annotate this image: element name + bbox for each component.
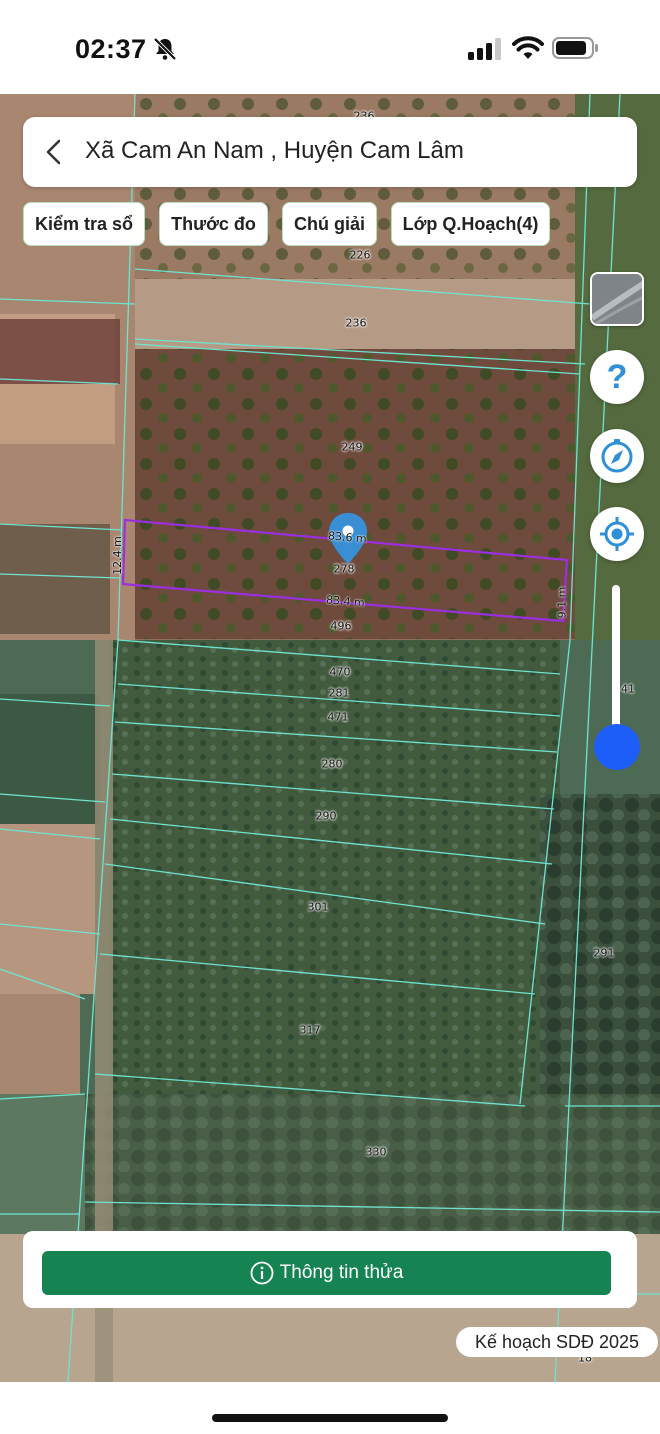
layer-thumbnail-icon [592, 274, 642, 324]
planning-layers-button[interactable]: Lớp Q.Hoạch(4) [391, 202, 550, 246]
measure-tool-button[interactable]: Thước đo [159, 202, 268, 246]
parcel-label[interactable]: 317 [300, 1024, 321, 1037]
location-header: Xã Cam An Nam , Huyện Cam Lâm [23, 117, 637, 187]
parcel-label[interactable]: 471 [328, 711, 349, 724]
base-layer-toggle[interactable] [590, 272, 644, 326]
status-bar: 02:37 [0, 0, 660, 94]
cellular-signal-icon [468, 38, 501, 60]
legend-button[interactable]: Chú giải [282, 202, 377, 246]
location-title: Xã Cam An Nam , Huyện Cam Lâm [85, 137, 464, 164]
parcel-label[interactable]: 290 [316, 810, 337, 823]
parcel-label[interactable]: 226 [350, 249, 371, 262]
satellite-map[interactable]: 236 226 236 249 278 496 470 281 471 280 … [0, 94, 660, 1382]
parcel-label[interactable]: 278 [334, 563, 355, 576]
help-button[interactable]: ? [590, 350, 644, 404]
parcel-info-button[interactable]: Thông tin thửa [42, 1251, 611, 1295]
home-indicator[interactable] [212, 1414, 448, 1422]
back-arrow-icon[interactable] [39, 137, 69, 167]
parcel-info-card: Thông tin thửa [23, 1231, 637, 1308]
parcel-label[interactable]: 330 [366, 1146, 387, 1159]
parcel-label[interactable]: 470 [330, 666, 351, 679]
bottom-safe-area [0, 1382, 660, 1434]
measure-right: 9.1 m [555, 586, 569, 619]
map-imagery [0, 94, 660, 1382]
wifi-icon [512, 36, 544, 59]
parcel-label[interactable]: 496 [331, 620, 352, 633]
parcel-label[interactable]: 301 [308, 901, 329, 914]
parcel-label[interactable]: 291 [594, 947, 615, 960]
land-use-plan-badge[interactable]: Kế hoạch SDĐ 2025 [456, 1327, 658, 1357]
help-icon: ? [606, 357, 628, 396]
bell-off-icon [153, 37, 177, 61]
parcel-info-label: Thông tin thửa [279, 1262, 404, 1283]
compass-button[interactable] [590, 429, 644, 483]
parcel-label[interactable]: 249 [342, 441, 363, 454]
parcel-label[interactable]: 41 [621, 683, 635, 696]
compass-icon [601, 439, 633, 473]
status-time: 02:37 [75, 34, 147, 64]
parcel-label[interactable]: 236 [346, 317, 367, 330]
opacity-slider-thumb[interactable] [594, 724, 640, 770]
parcel-label[interactable]: 281 [329, 687, 350, 700]
parcel-label[interactable]: 280 [322, 758, 343, 771]
check-book-button[interactable]: Kiểm tra sổ [23, 202, 145, 246]
app-screen: 02:37 236 226 236 249 278 496 470 281 47… [0, 0, 660, 1434]
battery-icon [552, 37, 598, 59]
measure-left: 12.4 m [110, 536, 124, 575]
crosshair-icon [600, 517, 634, 551]
my-location-button[interactable] [590, 507, 644, 561]
info-icon [250, 1261, 274, 1285]
